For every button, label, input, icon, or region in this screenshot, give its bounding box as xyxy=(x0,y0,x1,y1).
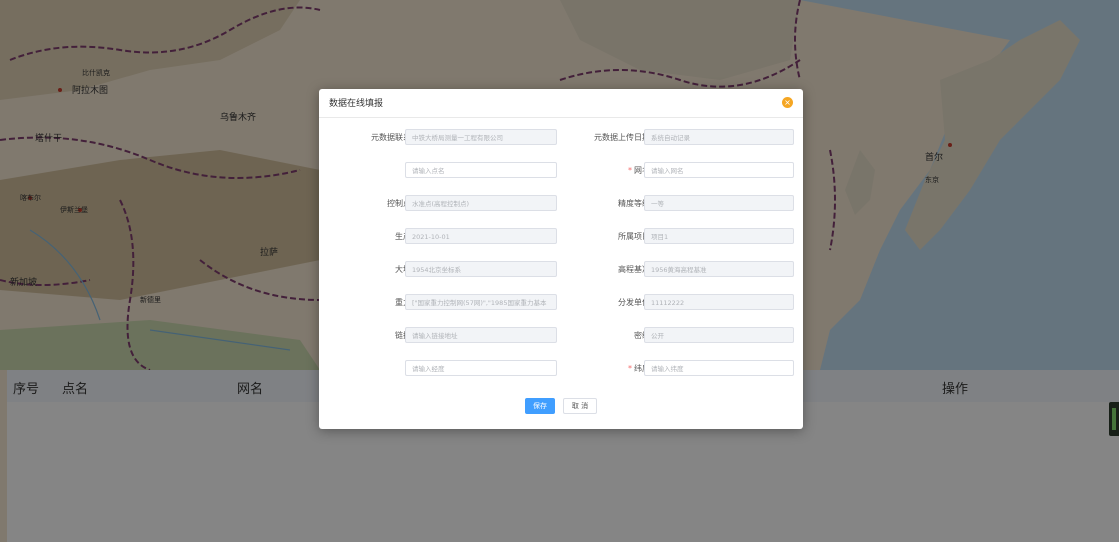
form-input: 1956黄海高程基准 xyxy=(644,261,794,277)
form-input[interactable]: 请输入纬度 xyxy=(644,360,794,376)
field-label: * 网名 xyxy=(574,165,650,176)
save-button[interactable]: 保存 xyxy=(525,398,555,414)
form-input: 系统自动记录 xyxy=(644,129,794,145)
required-marker: * xyxy=(628,364,632,373)
form-input[interactable]: 请输入经度 xyxy=(405,360,557,376)
cancel-button[interactable]: 取 消 xyxy=(563,398,597,414)
form-input: 水准点(高程控制点) xyxy=(405,195,557,211)
data-entry-dialog: 数据在线填报 × 元数据联系单位 中铁大桥局测量一工程有限公司 元数据上传日期 系统自… xyxy=(319,89,803,429)
form-input: 一等 xyxy=(644,195,794,211)
field-label: 元数据上传日期 xyxy=(574,132,650,143)
form-input: 2021-10-01 xyxy=(405,228,557,244)
form-input: 请输入链接地址 xyxy=(405,327,557,343)
form-input[interactable]: 请输入点名 xyxy=(405,162,557,178)
form-input: 公开 xyxy=(644,327,794,343)
form-input: ["国家重力控制网(57网)","1985国家重力基本 xyxy=(405,294,557,310)
field-label: 精度等级 xyxy=(574,198,650,209)
dialog-header: 数据在线填报 × xyxy=(319,89,803,118)
form-input: 中铁大桥局测量一工程有限公司 xyxy=(405,129,557,145)
field-label: 分发单位 xyxy=(574,297,650,308)
form-input: 项目1 xyxy=(644,228,794,244)
required-marker: * xyxy=(628,166,632,175)
dialog-title: 数据在线填报 xyxy=(329,99,384,109)
form-input[interactable]: 请输入网名 xyxy=(644,162,794,178)
field-label-text: 元数据上传日期 xyxy=(594,133,650,142)
form-input: 1954北京坐标系 xyxy=(405,261,557,277)
field-label: 所属项目 xyxy=(574,231,650,242)
form-input: 11112222 xyxy=(644,294,794,310)
field-label: 高程基准 xyxy=(574,264,650,275)
field-label: * 纬度 xyxy=(574,363,650,374)
field-label: 密级 xyxy=(574,330,650,341)
close-icon[interactable]: × xyxy=(782,97,793,108)
